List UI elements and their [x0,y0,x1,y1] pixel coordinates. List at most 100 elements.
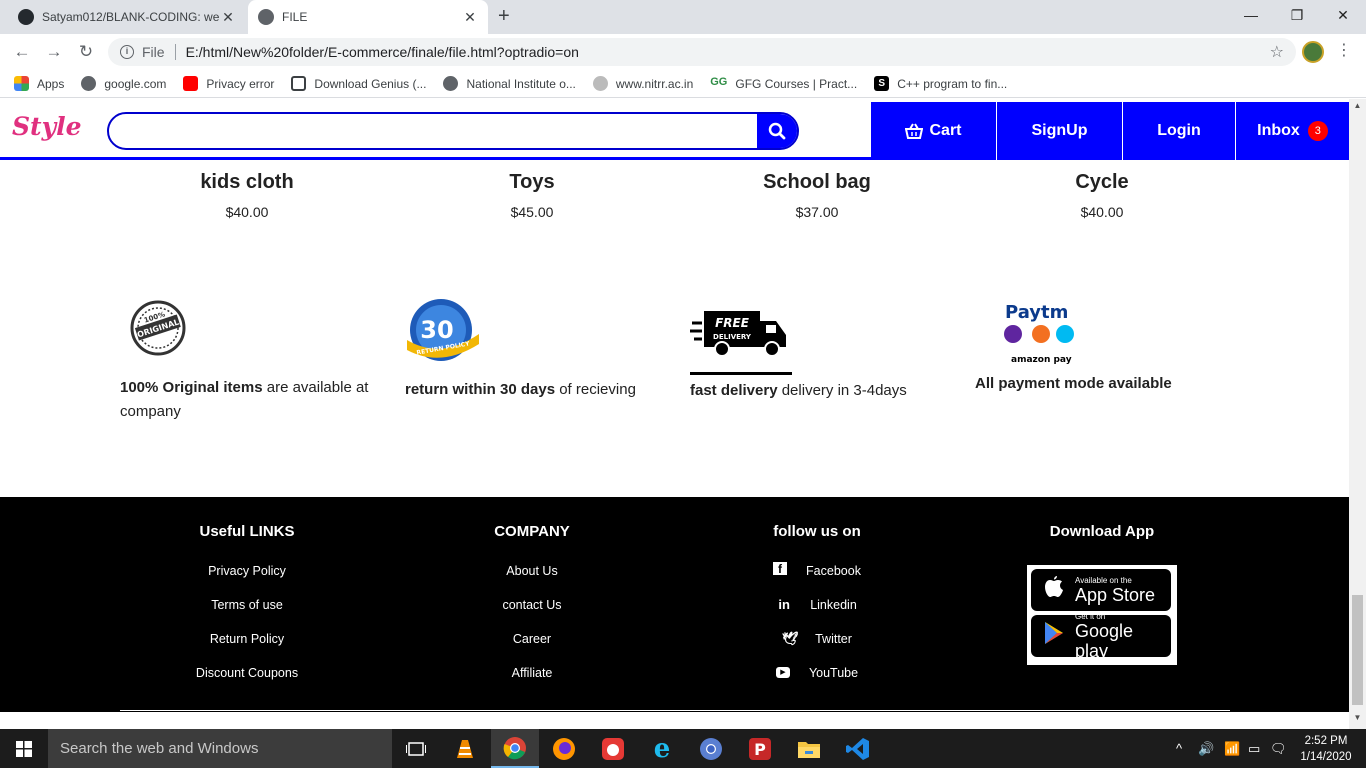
page-scrollbar[interactable]: ▲ ▼ [1349,99,1366,729]
return-badge-number: 30 [420,316,453,344]
minimize-button[interactable]: — [1228,0,1274,30]
show-hidden-icons-icon[interactable]: ^ [1176,729,1182,768]
google-play-small-text: Get it on [1074,611,1106,621]
footer-link-linkedin[interactable]: in Linkedin [687,596,947,630]
bookmark-star-icon[interactable]: ☆ [1270,42,1284,62]
facebook-icon: f [773,562,788,576]
cart-button[interactable]: Cart [871,102,996,160]
url-text[interactable]: E:/html/New%20folder/E-commerce/finale/f… [186,44,579,60]
product-card[interactable]: ★★★★ Toys $45.00 [432,155,632,220]
battery-icon[interactable]: ▭ [1248,729,1260,768]
vlc-icon[interactable] [441,729,489,768]
app-p-icon[interactable]: P [736,729,784,768]
task-view-icon[interactable] [392,729,440,768]
close-tab-icon[interactable]: ✕ [462,9,478,26]
footer-link-privacy-policy[interactable]: Privacy Policy [117,562,377,596]
profile-avatar[interactable] [1302,41,1324,63]
gfg-icon: GG [710,76,728,88]
tab-github[interactable]: Satyam012/BLANK-CODING: wel ✕ [8,0,246,34]
info-icon[interactable]: i [120,45,134,59]
address-bar[interactable]: i File E:/html/New%20folder/E-commerce/f… [108,38,1296,66]
volume-icon[interactable]: 🔊 [1198,729,1214,768]
product-card[interactable]: ★★★★ School bag $37.00 [717,155,917,220]
product-name: Toys [509,171,555,193]
bookmark-gfg[interactable]: GG GFG Courses | Pract... [710,76,857,91]
wifi-icon[interactable]: 📶 [1224,729,1240,768]
reload-button[interactable]: ↻ [74,40,98,64]
firefox-icon[interactable] [540,729,588,768]
footer-link-affiliate[interactable]: Affiliate [402,664,662,698]
inbox-button[interactable]: Inbox 3 [1235,102,1349,160]
login-button[interactable]: Login [1122,102,1235,160]
footer-link-youtube[interactable]: ▶ YouTube [687,664,947,698]
google-play-icon [1041,621,1067,651]
signup-label: SignUp [1031,122,1088,139]
bookmark-cpp[interactable]: S C++ program to fin... [874,76,1007,91]
feature-bold: 100% Original items [120,379,263,396]
tab-file[interactable]: FILE ✕ [248,0,488,34]
app-store-big-text: App Store [1075,584,1156,605]
scroll-down-arrow-icon[interactable]: ▼ [1349,713,1366,722]
browser-menu-icon[interactable]: ⋮ [1336,40,1352,60]
chrome-icon[interactable] [491,729,539,768]
feature-text: All payment mode available [975,372,1235,396]
search-box [107,112,799,150]
footer-link-career[interactable]: Career [402,630,662,664]
google-play-button[interactable]: Get it on Google play [1031,611,1171,661]
footer-heading: follow us on [773,523,861,540]
forward-button[interactable]: → [42,40,66,64]
feature-payment: Paytm amazon pay All payment mode availa… [975,302,1235,396]
search-button[interactable] [757,114,797,148]
bookmark-apps[interactable]: Apps [14,76,64,91]
scroll-up-arrow-icon[interactable]: ▲ [1349,101,1366,110]
clock-time: 2:52 PM [1304,735,1348,747]
product-card[interactable]: ★★★★★ kids cloth $40.00 [147,155,347,220]
product-price: $45.00 [510,204,554,220]
site-logo[interactable]: Style [12,112,82,141]
search-input[interactable] [109,114,759,148]
new-tab-button[interactable]: + [498,5,510,28]
chrome-canary-icon[interactable] [687,729,735,768]
app-store-badges: Available on the App Store Get it on Goo… [1027,565,1177,665]
scrollbar-thumb[interactable] [1352,595,1363,705]
footer-link-about[interactable]: About Us [402,562,662,596]
footer-link-discount-coupons[interactable]: Discount Coupons [117,664,377,698]
vscode-icon[interactable] [834,729,882,768]
footer-link-facebook[interactable]: f Facebook [687,562,947,596]
bookmark-google[interactable]: google.com [81,76,166,91]
footer-link-twitter[interactable]: 🕊 Twitter [687,630,947,664]
feature-bold: All payment mode available [975,375,1172,392]
footer-link-return-policy[interactable]: Return Policy [117,630,377,664]
bookmark-privacy-error[interactable]: Privacy error [183,76,274,91]
close-window-button[interactable]: ✕ [1320,0,1366,30]
bookmark-download-genius[interactable]: Download Genius (... [291,76,426,91]
feature-rest: delivery in 3-4days [777,382,907,399]
feature-rest: of recieving [555,381,636,398]
maximize-button[interactable]: ❐ [1274,0,1320,30]
footer-link-label: Facebook [806,564,861,578]
app-red-icon[interactable] [589,729,637,768]
bookmark-label: Privacy error [206,76,275,91]
app-store-small-text: Available on the [1075,575,1132,585]
feature-bold: return within 30 days [405,381,556,398]
close-tab-icon[interactable]: ✕ [220,9,236,26]
product-card[interactable]: ★★★★★ Cycle $40.00 [1002,155,1202,220]
top-nav: Cart SignUp Login Inbox 3 [871,102,1349,160]
internet-explorer-icon[interactable]: e [638,729,686,768]
signup-button[interactable]: SignUp [996,102,1122,160]
app-store-button[interactable]: Available on the App Store [1031,569,1171,611]
taskbar-search-box[interactable]: Search the web and Windows [48,729,392,768]
back-button[interactable]: ← [10,40,34,64]
notifications-icon[interactable]: 🗨 [1270,729,1287,768]
footer-link-contact[interactable]: contact Us [402,596,662,630]
bookmark-national-institute[interactable]: National Institute o... [443,76,576,91]
taskbar-clock[interactable]: 2:52 PM 1/14/2020 [1296,733,1356,765]
footer-heading: COMPANY [494,523,570,540]
url-separator [174,44,176,60]
footer-link-label: Linkedin [810,598,857,612]
youtube-icon: ▶ [775,667,790,678]
start-button[interactable] [0,729,48,768]
file-explorer-icon[interactable] [785,729,833,768]
bookmark-nitrr[interactable]: www.nitrr.ac.in [592,76,693,91]
footer-link-terms[interactable]: Terms of use [117,596,377,630]
